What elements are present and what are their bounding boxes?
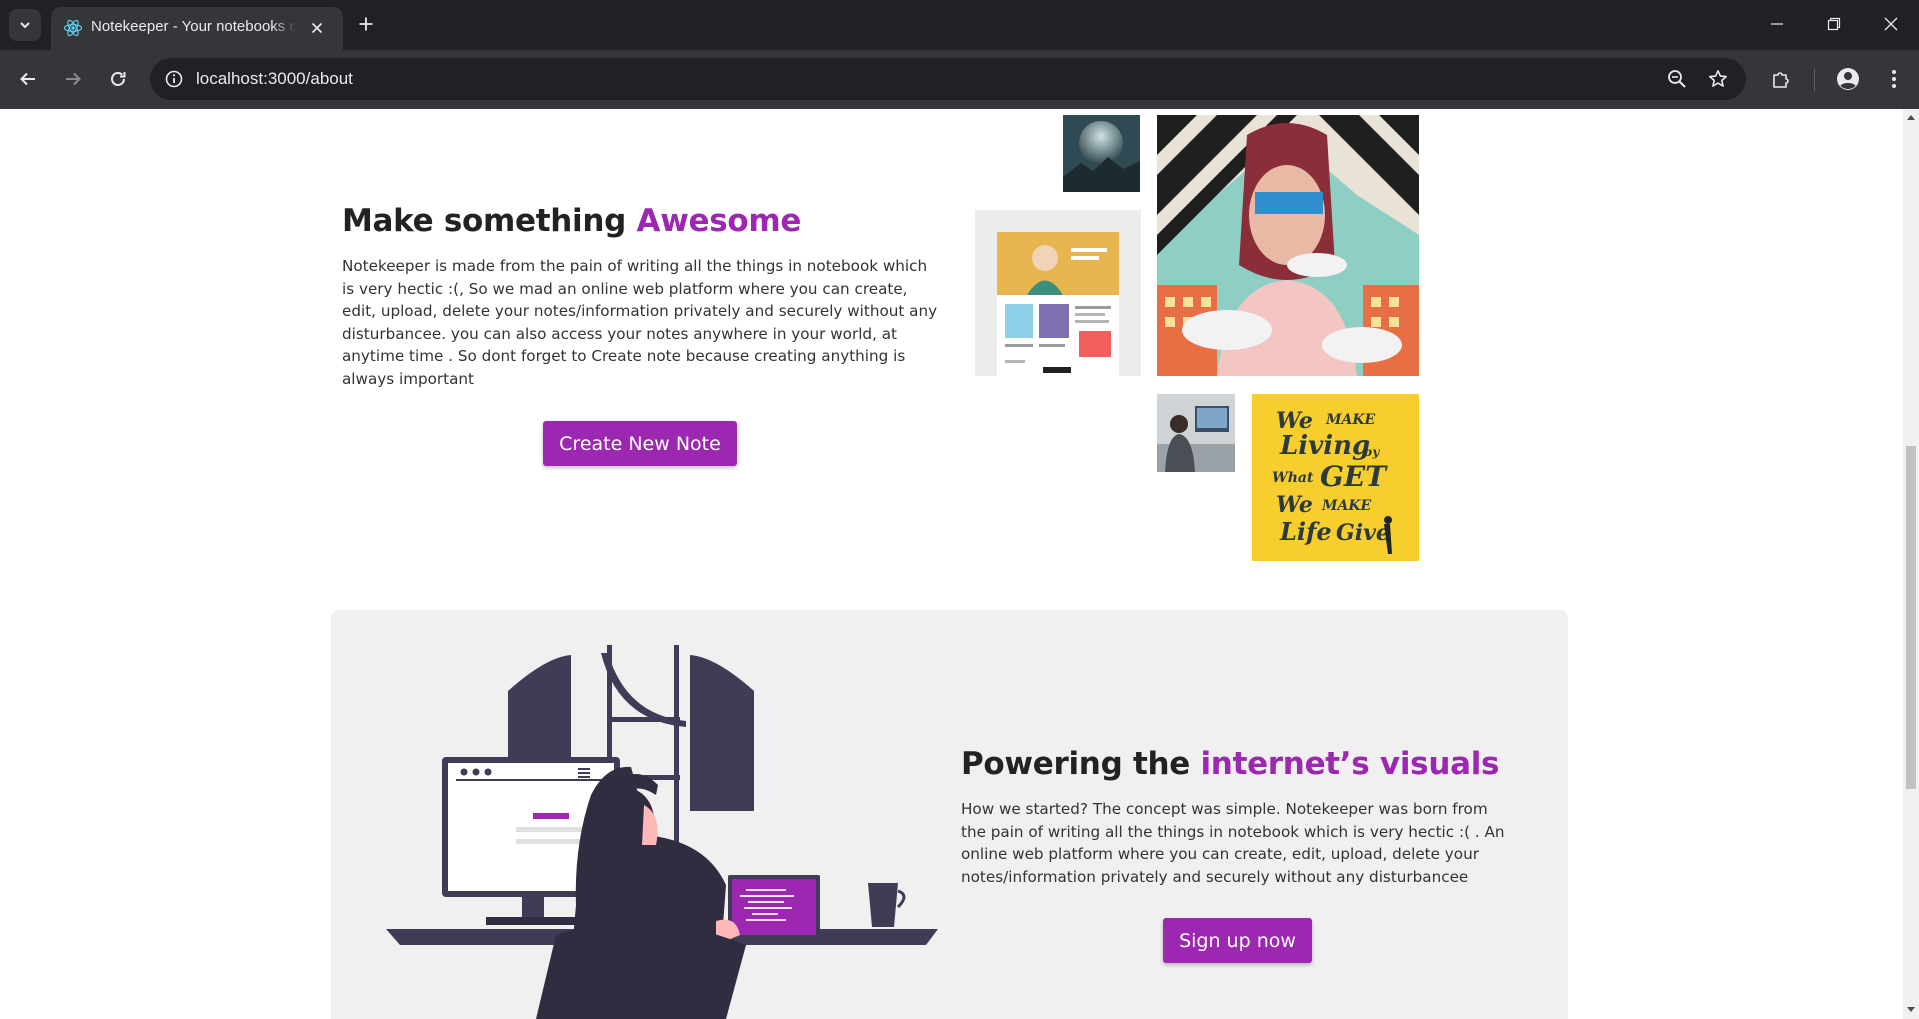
star-icon [1709,70,1727,87]
browser-toolbar: localhost:3000/about [0,50,1919,109]
forward-button[interactable] [58,64,88,94]
profile-button[interactable] [1834,65,1862,93]
new-tab-button[interactable] [354,12,378,36]
svg-text:We: We [1276,492,1313,518]
close-icon [311,22,323,34]
scroll-down-arrow-icon[interactable] [1907,1007,1915,1012]
browser-tab-strip: Notekeeper - Your notebooks on the cloud [0,0,1919,50]
site-info-button[interactable] [162,67,186,91]
react-logo-icon [63,19,83,37]
awesome-description: Notekeeper is made from the pain of writ… [342,257,938,388]
visuals-description: How we started? The concept was simple. … [961,800,1505,886]
close-icon [1884,17,1898,31]
svg-text:Living: Living [1279,431,1370,461]
bookmark-button[interactable] [1706,67,1730,91]
minimize-button[interactable] [1763,10,1791,38]
svg-text:by: by [1364,445,1380,459]
zoom-out-icon [1668,70,1686,88]
info-icon [165,70,183,88]
collage-image-surreal-portrait [1157,115,1419,376]
heading-accent: internet’s visuals [1200,746,1500,782]
collage-image-lettering-poster: We MAKE Living by What GET We MAKE Life … [1252,394,1419,561]
page-scrollbar[interactable] [1903,109,1919,1019]
heading-prefix: Make something [342,203,637,239]
restore-icon [1827,17,1841,31]
active-tab[interactable]: Notekeeper - Your notebooks on the cloud [51,7,343,50]
close-window-button[interactable] [1877,10,1905,38]
back-button[interactable] [13,64,43,94]
page-viewport: Make something Awesome Notekeeper is mad… [0,109,1903,1019]
sign-up-now-button[interactable]: Sign up now [1163,918,1312,963]
arrow-right-icon [66,72,81,86]
more-vertical-icon [1892,70,1896,88]
svg-text:What: What [1272,470,1314,486]
menu-button[interactable] [1880,65,1908,93]
tab-close-button[interactable] [307,18,327,38]
zoom-button[interactable] [1665,67,1689,91]
collage-image-office-worker [1157,394,1235,472]
svg-text:GET: GET [1320,460,1388,493]
chevron-down-icon [20,22,30,29]
create-new-note-button[interactable]: Create New Note [543,421,737,466]
account-icon [1837,68,1859,90]
extensions-button[interactable] [1767,65,1795,93]
url-text[interactable]: localhost:3000/about [196,69,353,89]
svg-text:Life: Life [1279,517,1332,546]
plus-icon [359,17,373,31]
illustration-developer-at-desk [386,645,938,1019]
svg-text:Give: Give [1336,520,1390,546]
tab-search-button[interactable] [9,9,41,41]
reload-button[interactable] [103,64,133,94]
svg-text:MAKE: MAKE [1321,498,1372,514]
scrollbar-thumb[interactable] [1906,446,1916,789]
awesome-heading: Make something Awesome [342,203,801,239]
restore-button[interactable] [1820,10,1848,38]
tab-title: Notekeeper - Your notebooks on the cloud [91,18,296,35]
reload-icon [111,72,126,86]
svg-text:MAKE: MAKE [1325,412,1376,428]
collage-image-website-mockup [975,210,1141,376]
heading-prefix: Powering the [961,746,1201,782]
heading-accent: Awesome [636,203,802,239]
toolbar-divider [1814,69,1815,91]
visuals-heading: Powering the internet’s visuals [961,746,1499,782]
arrow-left-icon [20,72,35,86]
minimize-icon [1771,23,1783,25]
collage-image-planet [1063,115,1140,192]
address-bar[interactable]: localhost:3000/about [150,58,1746,100]
scroll-up-arrow-icon[interactable] [1907,115,1915,120]
puzzle-icon [1773,72,1789,88]
